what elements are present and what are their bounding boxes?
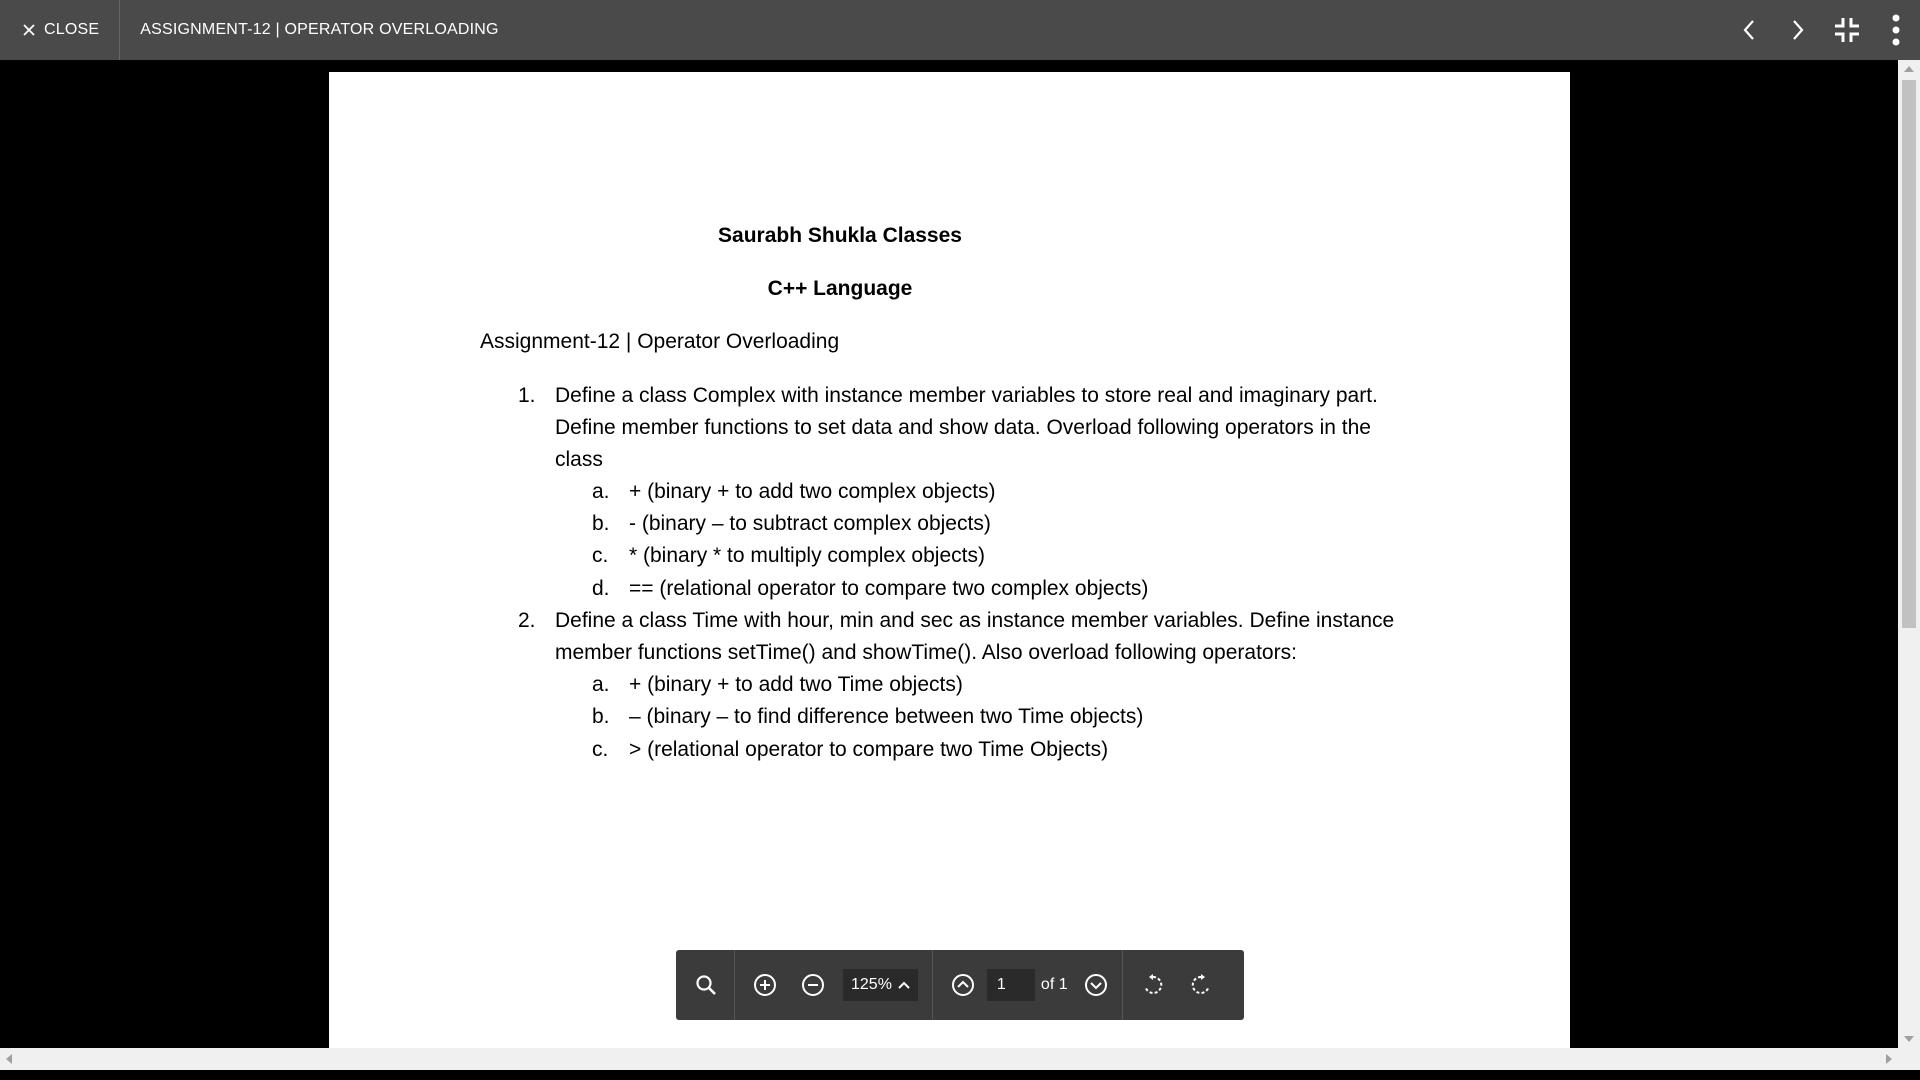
zoom-in-button[interactable] bbox=[741, 950, 789, 1020]
zoom-out-icon bbox=[802, 974, 824, 996]
scroll-up-arrow-icon[interactable] bbox=[1904, 66, 1914, 72]
q2-item-marker: a. bbox=[592, 673, 610, 696]
page-count-label: of 1 bbox=[1040, 976, 1068, 993]
q1-line: Define member functions to set data and … bbox=[555, 416, 1371, 439]
q1-line: Define a class Complex with instance mem… bbox=[555, 384, 1378, 407]
q1-item-text: + (binary + to add two complex objects) bbox=[629, 480, 996, 503]
q1-item-marker: a. bbox=[592, 480, 610, 503]
chevron-up-icon bbox=[898, 981, 910, 989]
exit-fullscreen-icon bbox=[1834, 18, 1859, 42]
chevron-left-icon bbox=[1743, 20, 1754, 40]
scroll-down-arrow-icon[interactable] bbox=[1904, 1036, 1914, 1042]
q1-line: class bbox=[555, 448, 603, 471]
scroll-right-arrow-icon[interactable] bbox=[1886, 1054, 1892, 1064]
q1-number: 1. bbox=[518, 384, 536, 407]
vertical-scroll-thumb[interactable] bbox=[1902, 80, 1916, 628]
document-viewer[interactable]: Saurabh Shukla Classes C++ Language Assi… bbox=[0, 60, 1920, 1048]
q1-item-text: - (binary – to subtract complex objects) bbox=[629, 512, 991, 535]
document-page: Saurabh Shukla Classes C++ Language Assi… bbox=[329, 72, 1570, 1048]
q1-item-text: == (relational operator to compare two c… bbox=[629, 577, 1149, 600]
zoom-level-value: 125% bbox=[851, 976, 892, 993]
previous-button[interactable] bbox=[1724, 0, 1773, 60]
more-vert-icon bbox=[1892, 14, 1899, 46]
top-bar: CLOSE ASSIGNMENT-12 | OPERATOR OVERLOADI… bbox=[0, 0, 1920, 60]
next-page-button[interactable] bbox=[1072, 950, 1120, 1020]
q2-item-text: > (relational operator to compare two Ti… bbox=[629, 738, 1109, 761]
scrollbar-corner bbox=[1898, 1048, 1920, 1070]
exit-fullscreen-button[interactable] bbox=[1822, 0, 1871, 60]
q2-item-marker: c. bbox=[592, 738, 609, 761]
search-button[interactable] bbox=[682, 950, 730, 1020]
rotate-right-icon bbox=[1191, 974, 1210, 994]
q2-line: member functions setTime() and showTime(… bbox=[555, 641, 1297, 664]
vertical-scrollbar[interactable] bbox=[1898, 60, 1920, 1048]
q2-item-text: + (binary + to add two Time objects) bbox=[629, 673, 963, 696]
q2-line: Define a class Time with hour, min and s… bbox=[555, 609, 1395, 632]
close-label: CLOSE bbox=[44, 21, 100, 38]
viewer-toolbar: 125% of 1 bbox=[676, 950, 1244, 1020]
page-number-input[interactable] bbox=[986, 969, 1035, 1001]
rotate-left-icon bbox=[1144, 974, 1162, 994]
q1-item-marker: d. bbox=[592, 577, 610, 600]
rotate-left-button[interactable] bbox=[1129, 950, 1177, 1020]
rotate-right-button[interactable] bbox=[1177, 950, 1225, 1020]
q2-number: 2. bbox=[518, 609, 536, 632]
q1-item-marker: c. bbox=[592, 544, 609, 567]
document-title: ASSIGNMENT-12 | OPERATOR OVERLOADING bbox=[140, 21, 499, 38]
zoom-out-button[interactable] bbox=[789, 950, 837, 1020]
chevron-right-icon bbox=[1792, 20, 1803, 40]
page-down-icon bbox=[1084, 974, 1107, 996]
search-icon bbox=[696, 975, 716, 995]
q1-item-marker: b. bbox=[592, 512, 610, 535]
close-button[interactable]: CLOSE bbox=[0, 0, 121, 60]
q2-item-text: – (binary – to find difference between t… bbox=[629, 705, 1144, 728]
q2-item-marker: b. bbox=[592, 705, 610, 728]
close-icon bbox=[23, 24, 35, 36]
scroll-left-arrow-icon[interactable] bbox=[6, 1054, 12, 1064]
zoom-level-select[interactable]: 125% bbox=[843, 969, 918, 1001]
zoom-in-icon bbox=[754, 974, 776, 996]
horizontal-scrollbar[interactable] bbox=[0, 1048, 1898, 1070]
previous-page-button[interactable] bbox=[939, 950, 987, 1020]
q1-item-text: * (binary * to multiply complex objects) bbox=[629, 544, 985, 567]
doc-subtitle: Assignment-12 | Operator Overloading bbox=[480, 330, 840, 353]
page-up-icon bbox=[951, 974, 974, 996]
bottom-strip bbox=[0, 1070, 1920, 1080]
next-button[interactable] bbox=[1773, 0, 1822, 60]
more-options-button[interactable] bbox=[1871, 0, 1920, 60]
